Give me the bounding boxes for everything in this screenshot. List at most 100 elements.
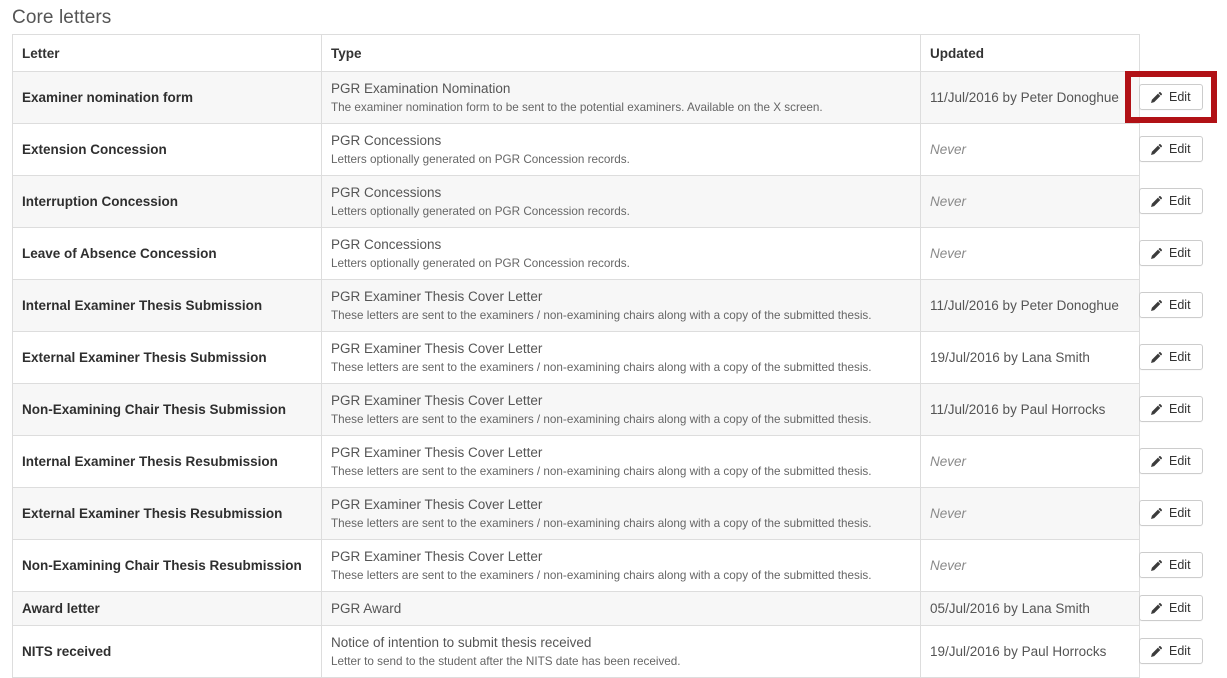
letter-name: Internal Examiner Thesis Resubmission xyxy=(22,453,278,469)
edit-button-label: Edit xyxy=(1169,142,1191,156)
pencil-icon xyxy=(1150,455,1163,468)
type-description: Letter to send to the student after the … xyxy=(331,655,681,668)
cell-letter: Internal Examiner Thesis Submission xyxy=(12,279,322,332)
letter-name: Internal Examiner Thesis Submission xyxy=(22,297,263,313)
column-header-updated[interactable]: Updated xyxy=(920,34,1140,72)
type-description: Letters optionally generated on PGR Conc… xyxy=(331,153,630,166)
type-description: The examiner nomination form to be sent … xyxy=(331,101,823,114)
updated-never: Never xyxy=(930,505,967,521)
cell-letter: Interruption Concession xyxy=(12,175,322,228)
edit-cell: Edit xyxy=(1139,435,1227,487)
letter-name: Non-Examining Chair Thesis Submission xyxy=(22,401,287,417)
letter-name: Non-Examining Chair Thesis Resubmission xyxy=(22,557,302,573)
pencil-icon xyxy=(1150,403,1163,416)
edit-button-label: Edit xyxy=(1169,506,1191,520)
pencil-icon xyxy=(1150,247,1163,260)
cell-type: PGR Examination Nomination The examiner n… xyxy=(321,71,921,124)
type-title: PGR Award xyxy=(331,601,402,616)
cell-type: PGR Concessions Letters optionally genera… xyxy=(321,227,921,280)
table-row: Non-Examining Chair Thesis Submission PGR… xyxy=(12,383,1140,436)
cell-type: PGR Examiner Thesis Cover Letter These le… xyxy=(321,539,921,592)
letter-name: Leave of Absence Concession xyxy=(22,245,217,261)
edit-button-label: Edit xyxy=(1169,90,1191,104)
type-description: Letters optionally generated on PGR Conc… xyxy=(331,257,630,270)
edit-button[interactable]: Edit xyxy=(1139,344,1203,370)
core-letters-page: Core letters Letter Type Updated Examine… xyxy=(0,0,1227,678)
edit-button[interactable]: Edit xyxy=(1139,595,1203,621)
pencil-icon xyxy=(1150,299,1163,312)
type-description: Letters optionally generated on PGR Conc… xyxy=(331,205,630,218)
updated-timestamp: 19/Jul/2016 by Paul Horrocks xyxy=(930,643,1107,659)
type-title: PGR Examiner Thesis Cover Letter xyxy=(331,341,543,356)
edit-button[interactable]: Edit xyxy=(1139,188,1203,214)
type-title: PGR Examination Nomination xyxy=(331,81,511,96)
cell-updated: Never xyxy=(920,227,1140,280)
column-header-type[interactable]: Type xyxy=(321,34,921,72)
cell-type: PGR Examiner Thesis Cover Letter These le… xyxy=(321,383,921,436)
type-title: PGR Concessions xyxy=(331,237,442,252)
cell-type: PGR Concessions Letters optionally genera… xyxy=(321,123,921,176)
table-row: Extension Concession PGR Concessions Lette… xyxy=(12,123,1140,176)
cell-updated: 11/Jul/2016 by Peter Donoghue xyxy=(920,279,1140,332)
type-description: These letters are sent to the examiners … xyxy=(331,517,872,530)
cell-updated: 19/Jul/2016 by Paul Horrocks xyxy=(920,625,1140,678)
cell-letter: Internal Examiner Thesis Resubmission xyxy=(12,435,322,488)
core-letters-table: Letter Type Updated Examiner nomination … xyxy=(12,34,1140,678)
cell-updated: Never xyxy=(920,435,1140,488)
edit-button-label: Edit xyxy=(1169,298,1191,312)
type-title: PGR Examiner Thesis Cover Letter xyxy=(331,289,543,304)
edit-cell: Edit xyxy=(1139,487,1227,539)
cell-updated: 11/Jul/2016 by Paul Horrocks xyxy=(920,383,1140,436)
core-letters-table-container: Letter Type Updated Examiner nomination … xyxy=(12,34,1140,678)
edit-cell: Edit xyxy=(1139,227,1227,279)
pencil-icon xyxy=(1150,351,1163,364)
edit-button[interactable]: Edit xyxy=(1139,396,1203,422)
pencil-icon xyxy=(1150,645,1163,658)
edit-button-label: Edit xyxy=(1169,644,1191,658)
edit-cell: Edit xyxy=(1139,331,1227,383)
letter-name: Interruption Concession xyxy=(22,193,179,209)
table-header: Letter Type Updated xyxy=(12,34,1140,72)
table-row: Non-Examining Chair Thesis Resubmission P… xyxy=(12,539,1140,592)
cell-type: Notice of intention to submit thesis rec… xyxy=(321,625,921,678)
edit-button-label: Edit xyxy=(1169,402,1191,416)
letter-name: NITS received xyxy=(22,643,112,659)
edit-button-label: Edit xyxy=(1169,194,1191,208)
type-title: PGR Examiner Thesis Cover Letter xyxy=(331,549,543,564)
edit-button[interactable]: Edit xyxy=(1139,500,1203,526)
column-header-letter[interactable]: Letter xyxy=(12,34,322,72)
edit-button[interactable]: Edit xyxy=(1139,240,1203,266)
edit-cell: Edit xyxy=(1139,175,1227,227)
edit-button-column: Edit Edit Edit Edit Edit Edit Edit Edit Edit Edit… xyxy=(1139,34,1227,677)
table-header-row: Letter Type Updated xyxy=(12,34,1140,72)
updated-timestamp: 05/Jul/2016 by Lana Smith xyxy=(930,600,1090,616)
edit-button[interactable]: Edit xyxy=(1139,448,1203,474)
type-title: PGR Examiner Thesis Cover Letter xyxy=(331,445,543,460)
type-description: These letters are sent to the examiners … xyxy=(331,569,872,582)
pencil-icon xyxy=(1150,559,1163,572)
cell-updated: 19/Jul/2016 by Lana Smith xyxy=(920,331,1140,384)
edit-button[interactable]: Edit xyxy=(1139,638,1203,664)
updated-timestamp: 11/Jul/2016 by Peter Donoghue xyxy=(930,89,1119,105)
cell-letter: Non-Examining Chair Thesis Resubmission xyxy=(12,539,322,592)
letter-name: Extension Concession xyxy=(22,141,167,157)
cell-updated: Never xyxy=(920,175,1140,228)
edit-button[interactable]: Edit xyxy=(1139,84,1203,110)
edit-button[interactable]: Edit xyxy=(1139,292,1203,318)
edit-button-label: Edit xyxy=(1169,601,1191,615)
cell-letter: Examiner nomination form xyxy=(12,71,322,124)
cell-letter: External Examiner Thesis Submission xyxy=(12,331,322,384)
edit-button[interactable]: Edit xyxy=(1139,136,1203,162)
type-description: These letters are sent to the examiners … xyxy=(331,465,872,478)
edit-button-label: Edit xyxy=(1169,246,1191,260)
type-title: PGR Examiner Thesis Cover Letter xyxy=(331,497,543,512)
cell-updated: Never xyxy=(920,487,1140,540)
edit-cell: Edit xyxy=(1139,71,1227,123)
type-description: These letters are sent to the examiners … xyxy=(331,361,872,374)
cell-letter: Non-Examining Chair Thesis Submission xyxy=(12,383,322,436)
edit-cell: Edit xyxy=(1139,539,1227,591)
edit-button[interactable]: Edit xyxy=(1139,552,1203,578)
cell-updated: Never xyxy=(920,123,1140,176)
type-description: These letters are sent to the examiners … xyxy=(331,413,872,426)
cell-letter: Extension Concession xyxy=(12,123,322,176)
